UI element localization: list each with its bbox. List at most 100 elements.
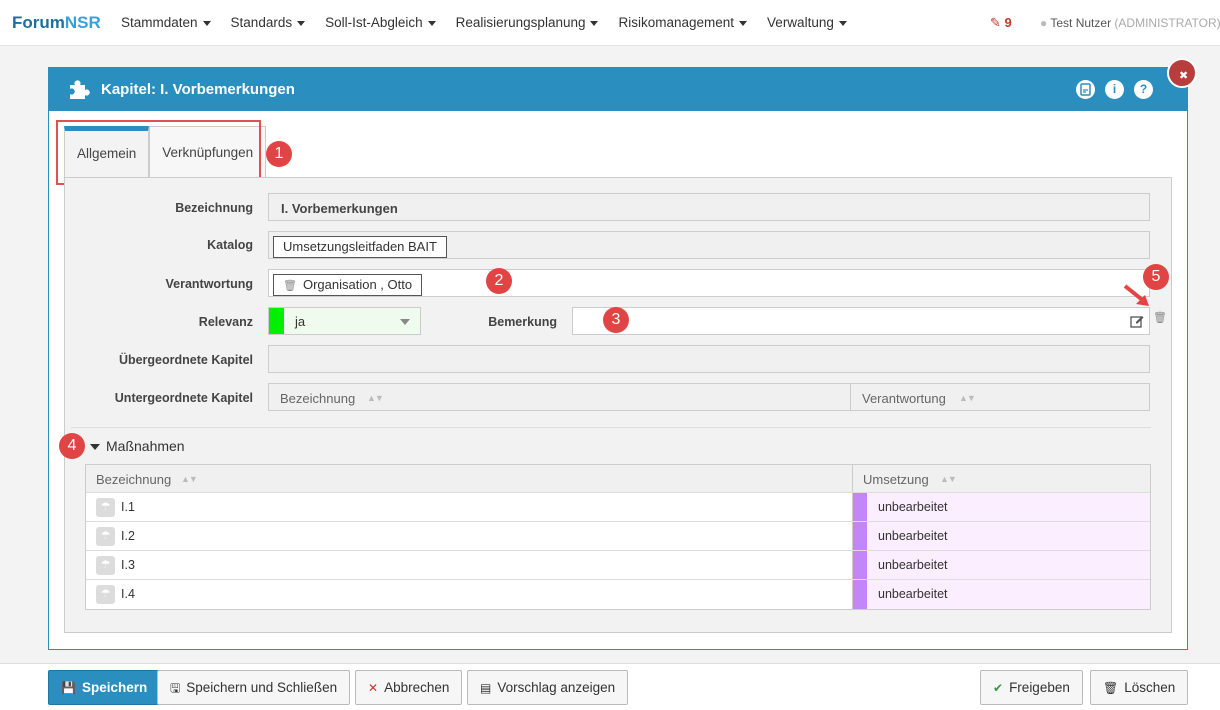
cell-bezeichnung: ☂ I.4: [86, 580, 853, 609]
status-text: unbearbeitet: [878, 587, 948, 601]
save-button[interactable]: 💾 Speichern: [48, 670, 161, 705]
katalog-field: Umsetzungsleitfaden BAIT: [268, 231, 1150, 259]
user-role: (ADMINISTRATOR): [1114, 16, 1220, 30]
umbrella-icon: ☂: [96, 556, 115, 575]
notifications-link[interactable]: ✎ 9: [990, 0, 1012, 46]
bemerkung-input[interactable]: [572, 307, 1150, 335]
save-close-icon: 🖫: [170, 681, 181, 695]
save-label: Speichern: [81, 680, 148, 695]
trash-icon[interactable]: 🗑: [1153, 311, 1167, 324]
dialog-header: Kapitel: I. Vorbemerkungen i ?: [49, 68, 1187, 111]
bezeichnung-field: I. Vorbemerkungen: [268, 193, 1150, 221]
umbrella-icon: ☂: [96, 585, 115, 604]
uebergeordnete-field: [268, 345, 1150, 373]
notification-count: 9: [1004, 15, 1012, 30]
callout-marker-3: 3: [603, 307, 629, 333]
chapter-dialog: Kapitel: I. Vorbemerkungen i ? ✖ Allgeme…: [48, 58, 1197, 650]
delete-button[interactable]: 🗑 Löschen: [1090, 670, 1189, 705]
katalog-tag: Umsetzungsleitfaden BAIT: [273, 236, 447, 258]
brand-logo[interactable]: ForumNSR: [12, 13, 101, 33]
puzzle-icon: [70, 80, 90, 99]
show-proposal-button[interactable]: ▤ Vorschlag anzeigen: [467, 670, 629, 705]
pdf-icon[interactable]: [1076, 80, 1095, 99]
floppy-icon: 💾: [61, 681, 76, 695]
save-and-close-button[interactable]: 🖫 Speichern und Schließen: [157, 670, 351, 705]
uebergeordnete-label: Übergeordnete Kapitel: [118, 353, 253, 367]
close-button[interactable]: ✖: [1167, 58, 1197, 88]
user-menu[interactable]: ● Test Nutzer (ADMINISTRATOR): [1040, 0, 1220, 46]
sort-icon: ▲▼: [940, 474, 957, 484]
status-color-bar: [853, 551, 867, 579]
tab-content-allgemein: Bezeichnung I. Vorbemerkungen Katalog Um…: [59, 177, 1172, 633]
menu-risikomanagement[interactable]: Risikomanagement: [618, 0, 748, 46]
callout-marker-1: 1: [266, 141, 292, 167]
status-color-bar: [853, 522, 867, 550]
brand-text-part1: Forum: [12, 13, 65, 32]
cell-bezeichnung: ☂ I.3: [86, 551, 853, 579]
verantwortung-field[interactable]: 🗑 Organisation , Otto: [268, 269, 1150, 297]
massnahmen-title: Maßnahmen: [106, 438, 185, 454]
release-button[interactable]: ✔ Freigeben: [980, 670, 1083, 705]
trash-icon[interactable]: 🗑: [283, 280, 297, 292]
cell-umsetzung: unbearbeitet: [853, 580, 1150, 609]
dialog-title: Kapitel: I. Vorbemerkungen: [101, 81, 295, 98]
massnahmen-table: Bezeichnung ▲▼ Umsetzung ▲▼ ☂ I.1 unbearb…: [85, 464, 1151, 610]
status-text: unbearbeitet: [878, 500, 948, 514]
table-row[interactable]: ☂ I.2 unbearbeitet: [86, 522, 1150, 551]
caret-down-icon: [202, 20, 211, 26]
status-cell: unbearbeitet: [853, 551, 1150, 579]
edit-icon[interactable]: [1130, 314, 1144, 328]
caret-down-icon: [739, 20, 748, 26]
menu-realisierungsplanung[interactable]: Realisierungsplanung: [456, 0, 599, 46]
footer-toolbar: 💾 Speichern 🖫 Speichern und Schließen ✕ Abb…: [0, 663, 1220, 710]
untergeordnete-label: Untergeordnete Kapitel: [114, 391, 253, 405]
menu-label: Soll-Ist-Abgleich: [325, 15, 423, 30]
cancel-label: Abbrechen: [384, 680, 450, 695]
relevanz-value: ja: [295, 314, 306, 329]
menu-soll-ist-abgleich[interactable]: Soll-Ist-Abgleich: [325, 0, 436, 46]
pencil-icon: ✎: [990, 15, 1001, 30]
column-label: Bezeichnung: [280, 391, 356, 406]
row-label: I.1: [121, 500, 135, 514]
relevanz-select[interactable]: ja: [268, 307, 421, 335]
untergeordnete-column-verantwortung[interactable]: Verantwortung ▲▼: [850, 383, 1150, 411]
column-bezeichnung[interactable]: Bezeichnung ▲▼: [86, 465, 853, 492]
column-label: Umsetzung: [863, 472, 929, 487]
cell-bezeichnung: ☂ I.1: [86, 493, 853, 521]
triangle-down-icon: [90, 444, 100, 451]
brand-text-part2: NSR: [64, 13, 101, 32]
sort-icon: ▲▼: [959, 393, 976, 403]
cell-umsetzung: unbearbeitet: [853, 522, 1150, 550]
cancel-button[interactable]: ✕ Abbrechen: [355, 670, 463, 705]
info-icon[interactable]: i: [1105, 80, 1124, 99]
trash-icon: 🗑: [1103, 681, 1119, 695]
status-cell: unbearbeitet: [853, 522, 1150, 550]
delete-label: Löschen: [1124, 680, 1176, 695]
table-row[interactable]: ☂ I.4 unbearbeitet: [86, 580, 1150, 609]
table-row[interactable]: ☂ I.3 unbearbeitet: [86, 551, 1150, 580]
callout-arrow-icon: [1123, 284, 1149, 306]
callout-marker-4: 4: [59, 433, 85, 459]
save-close-label: Speichern und Schließen: [186, 680, 338, 695]
menu-label: Risikomanagement: [618, 15, 735, 30]
caret-down-icon: [590, 20, 599, 26]
table-header-row: Bezeichnung ▲▼ Umsetzung ▲▼: [86, 465, 1150, 493]
table-row[interactable]: ☂ I.1 unbearbeitet: [86, 493, 1150, 522]
menu-standards[interactable]: Standards: [231, 0, 306, 46]
tabs-highlight-box: [56, 120, 261, 185]
menu-stammdaten[interactable]: Stammdaten: [121, 0, 211, 46]
menu-verwaltung[interactable]: Verwaltung: [767, 0, 847, 46]
untergeordnete-column-bezeichnung[interactable]: Bezeichnung ▲▼: [268, 383, 851, 411]
relevanz-label: Relevanz: [198, 315, 253, 329]
massnahmen-toggle[interactable]: Maßnahmen: [90, 438, 185, 454]
column-umsetzung[interactable]: Umsetzung ▲▼: [853, 465, 1150, 492]
umbrella-icon: ☂: [96, 498, 115, 517]
row-label: I.4: [121, 587, 135, 601]
list-icon: ▤: [480, 681, 492, 695]
caret-down-icon: [297, 20, 306, 26]
menu-label: Realisierungsplanung: [455, 15, 586, 30]
caret-down-icon: [427, 20, 436, 26]
divider: [71, 427, 1151, 428]
bemerkung-label: Bemerkung: [488, 315, 557, 329]
help-icon[interactable]: ?: [1134, 80, 1153, 99]
